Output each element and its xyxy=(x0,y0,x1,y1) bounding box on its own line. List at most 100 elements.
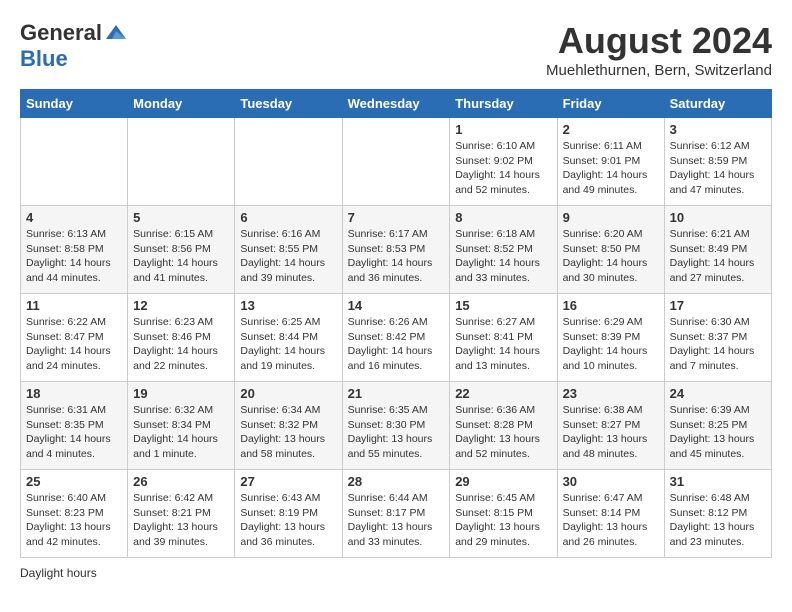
day-number: 2 xyxy=(563,122,659,137)
day-info: Sunrise: 6:43 AMSunset: 8:19 PMDaylight:… xyxy=(240,491,336,550)
day-info: Sunrise: 6:23 AMSunset: 8:46 PMDaylight:… xyxy=(133,315,229,374)
header: General Blue August 2024 Muehlethurnen, … xyxy=(20,20,772,79)
day-of-week-header: Tuesday xyxy=(235,90,342,118)
day-info: Sunrise: 6:35 AMSunset: 8:30 PMDaylight:… xyxy=(348,403,445,462)
day-of-week-header: Friday xyxy=(557,90,664,118)
day-info: Sunrise: 6:21 AMSunset: 8:49 PMDaylight:… xyxy=(670,227,766,286)
day-number: 16 xyxy=(563,298,659,313)
day-info: Sunrise: 6:39 AMSunset: 8:25 PMDaylight:… xyxy=(670,403,766,462)
calendar-cell: 20Sunrise: 6:34 AMSunset: 8:32 PMDayligh… xyxy=(235,382,342,470)
calendar-cell: 26Sunrise: 6:42 AMSunset: 8:21 PMDayligh… xyxy=(128,470,235,558)
day-number: 28 xyxy=(348,474,445,489)
day-number: 12 xyxy=(133,298,229,313)
calendar-cell: 28Sunrise: 6:44 AMSunset: 8:17 PMDayligh… xyxy=(342,470,450,558)
calendar-cell xyxy=(21,118,128,206)
day-number: 5 xyxy=(133,210,229,225)
month-title: August 2024 xyxy=(546,20,772,62)
day-number: 9 xyxy=(563,210,659,225)
calendar-week-row: 25 Sunrise: 6:40 AMSunset: 8:23 PMDayligh… xyxy=(21,470,772,558)
logo-blue-text: Blue xyxy=(20,46,68,72)
day-info: Sunrise: 6:48 AMSunset: 8:12 PMDaylight:… xyxy=(670,491,766,550)
day-number: 25 xyxy=(26,474,122,489)
day-number: 24 xyxy=(670,386,766,401)
day-info: Sunrise: 6:15 AMSunset: 8:56 PMDaylight:… xyxy=(133,227,229,286)
calendar-cell: 2 Sunrise: 6:11 AMSunset: 9:01 PMDaylight… xyxy=(557,118,664,206)
day-number: 1 xyxy=(455,122,551,137)
calendar-week-row: 4 Sunrise: 6:13 AMSunset: 8:58 PMDaylight… xyxy=(21,206,772,294)
day-info: Sunrise: 6:18 AMSunset: 8:52 PMDaylight:… xyxy=(455,227,551,286)
day-info: Sunrise: 6:30 AMSunset: 8:37 PMDaylight:… xyxy=(670,315,766,374)
day-number: 30 xyxy=(563,474,659,489)
day-number: 4 xyxy=(26,210,122,225)
location-subtitle: Muehlethurnen, Bern, Switzerland xyxy=(546,62,772,79)
calendar-cell: 16Sunrise: 6:29 AMSunset: 8:39 PMDayligh… xyxy=(557,294,664,382)
day-of-week-header: Saturday xyxy=(664,90,771,118)
day-info: Sunrise: 6:45 AMSunset: 8:15 PMDaylight:… xyxy=(455,491,551,550)
day-of-week-header: Wednesday xyxy=(342,90,450,118)
calendar-week-row: 1Sunrise: 6:10 AMSunset: 9:02 PMDaylight… xyxy=(21,118,772,206)
calendar-cell: 1Sunrise: 6:10 AMSunset: 9:02 PMDaylight… xyxy=(450,118,557,206)
day-number: 6 xyxy=(240,210,336,225)
day-info: Sunrise: 6:11 AMSunset: 9:01 PMDaylight:… xyxy=(563,139,659,198)
day-number: 11 xyxy=(26,298,122,313)
calendar-cell: 15Sunrise: 6:27 AMSunset: 8:41 PMDayligh… xyxy=(450,294,557,382)
day-info: Sunrise: 6:12 AMSunset: 8:59 PMDaylight:… xyxy=(670,139,766,198)
day-info: Sunrise: 6:16 AMSunset: 8:55 PMDaylight:… xyxy=(240,227,336,286)
day-number: 17 xyxy=(670,298,766,313)
day-of-week-header: Sunday xyxy=(21,90,128,118)
calendar-cell: 30 Sunrise: 6:47 AMSunset: 8:14 PMDayligh… xyxy=(557,470,664,558)
logo: General Blue xyxy=(20,20,128,72)
day-number: 7 xyxy=(348,210,445,225)
day-number: 31 xyxy=(670,474,766,489)
day-info: Sunrise: 6:32 AMSunset: 8:34 PMDaylight:… xyxy=(133,403,229,462)
calendar-cell: 4 Sunrise: 6:13 AMSunset: 8:58 PMDaylight… xyxy=(21,206,128,294)
calendar-cell: 23 Sunrise: 6:38 AMSunset: 8:27 PMDayligh… xyxy=(557,382,664,470)
day-info: Sunrise: 6:31 AMSunset: 8:35 PMDaylight:… xyxy=(26,403,122,462)
calendar-week-row: 11 Sunrise: 6:22 AMSunset: 8:47 PMDayligh… xyxy=(21,294,772,382)
day-info: Sunrise: 6:20 AMSunset: 8:50 PMDaylight:… xyxy=(563,227,659,286)
calendar-cell: 13 Sunrise: 6:25 AMSunset: 8:44 PMDayligh… xyxy=(235,294,342,382)
calendar-cell: 11 Sunrise: 6:22 AMSunset: 8:47 PMDayligh… xyxy=(21,294,128,382)
calendar-cell: 21 Sunrise: 6:35 AMSunset: 8:30 PMDayligh… xyxy=(342,382,450,470)
calendar-cell: 6 Sunrise: 6:16 AMSunset: 8:55 PMDaylight… xyxy=(235,206,342,294)
day-number: 13 xyxy=(240,298,336,313)
calendar-cell: 5 Sunrise: 6:15 AMSunset: 8:56 PMDaylight… xyxy=(128,206,235,294)
day-number: 29 xyxy=(455,474,551,489)
calendar-cell: 19 Sunrise: 6:32 AMSunset: 8:34 PMDayligh… xyxy=(128,382,235,470)
day-info: Sunrise: 6:38 AMSunset: 8:27 PMDaylight:… xyxy=(563,403,659,462)
day-number: 23 xyxy=(563,386,659,401)
day-number: 20 xyxy=(240,386,336,401)
calendar-cell: 27 Sunrise: 6:43 AMSunset: 8:19 PMDayligh… xyxy=(235,470,342,558)
day-info: Sunrise: 6:17 AMSunset: 8:53 PMDaylight:… xyxy=(348,227,445,286)
calendar-cell xyxy=(128,118,235,206)
calendar-cell: 24 Sunrise: 6:39 AMSunset: 8:25 PMDayligh… xyxy=(664,382,771,470)
day-info: Sunrise: 6:40 AMSunset: 8:23 PMDaylight:… xyxy=(26,491,122,550)
calendar-cell: 25 Sunrise: 6:40 AMSunset: 8:23 PMDayligh… xyxy=(21,470,128,558)
calendar-week-row: 18 Sunrise: 6:31 AMSunset: 8:35 PMDayligh… xyxy=(21,382,772,470)
day-info: Sunrise: 6:42 AMSunset: 8:21 PMDaylight:… xyxy=(133,491,229,550)
day-number: 14 xyxy=(348,298,445,313)
day-info: Sunrise: 6:25 AMSunset: 8:44 PMDaylight:… xyxy=(240,315,336,374)
logo-general-text: General xyxy=(20,20,102,46)
day-info: Sunrise: 6:22 AMSunset: 8:47 PMDaylight:… xyxy=(26,315,122,374)
calendar-cell: 10Sunrise: 6:21 AMSunset: 8:49 PMDayligh… xyxy=(664,206,771,294)
calendar-cell: 7 Sunrise: 6:17 AMSunset: 8:53 PMDaylight… xyxy=(342,206,450,294)
calendar-header-row: SundayMondayTuesdayWednesdayThursdayFrid… xyxy=(21,90,772,118)
calendar-cell: 22Sunrise: 6:36 AMSunset: 8:28 PMDayligh… xyxy=(450,382,557,470)
day-info: Sunrise: 6:27 AMSunset: 8:41 PMDaylight:… xyxy=(455,315,551,374)
day-of-week-header: Thursday xyxy=(450,90,557,118)
calendar-cell: 18 Sunrise: 6:31 AMSunset: 8:35 PMDayligh… xyxy=(21,382,128,470)
day-number: 21 xyxy=(348,386,445,401)
title-area: August 2024 Muehlethurnen, Bern, Switzer… xyxy=(546,20,772,79)
calendar-cell: 29 Sunrise: 6:45 AMSunset: 8:15 PMDayligh… xyxy=(450,470,557,558)
day-info: Sunrise: 6:13 AMSunset: 8:58 PMDaylight:… xyxy=(26,227,122,286)
day-number: 27 xyxy=(240,474,336,489)
day-number: 18 xyxy=(26,386,122,401)
calendar-cell: 3Sunrise: 6:12 AMSunset: 8:59 PMDaylight… xyxy=(664,118,771,206)
calendar-cell xyxy=(342,118,450,206)
day-number: 19 xyxy=(133,386,229,401)
day-number: 8 xyxy=(455,210,551,225)
calendar-cell: 12 Sunrise: 6:23 AMSunset: 8:46 PMDayligh… xyxy=(128,294,235,382)
day-info: Sunrise: 6:26 AMSunset: 8:42 PMDaylight:… xyxy=(348,315,445,374)
day-info: Sunrise: 6:47 AMSunset: 8:14 PMDaylight:… xyxy=(563,491,659,550)
